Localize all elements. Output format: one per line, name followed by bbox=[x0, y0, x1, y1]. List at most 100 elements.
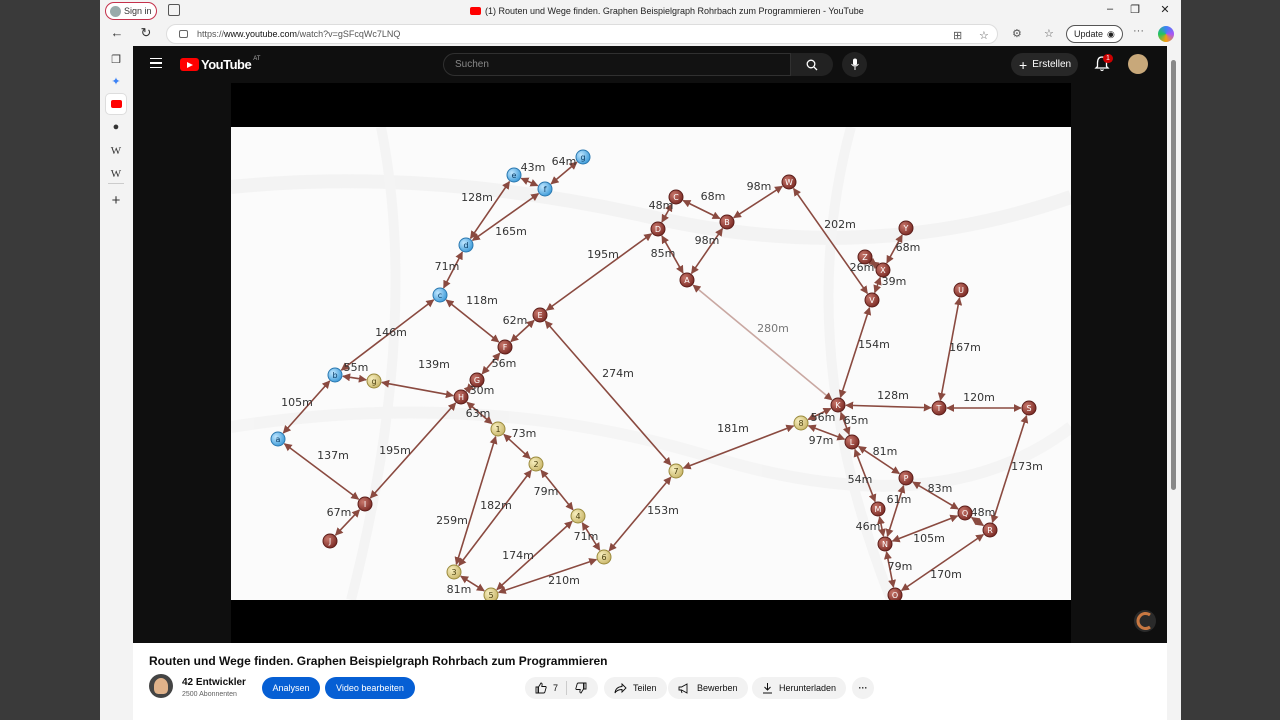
graph-node-c: c bbox=[432, 287, 448, 303]
graph-edge-label: 173m bbox=[1011, 460, 1043, 473]
copilot-icon[interactable]: ✦ bbox=[106, 71, 126, 91]
graph-node-label: 5 bbox=[488, 591, 493, 600]
page-scrollbar[interactable] bbox=[1167, 46, 1181, 720]
share-button[interactable]: Teilen bbox=[604, 677, 667, 699]
sign-in-label: Sign in bbox=[124, 6, 152, 16]
logo-country: AT bbox=[253, 55, 261, 62]
scrollbar-thumb[interactable] bbox=[1171, 60, 1176, 490]
graph-edge-label: 85m bbox=[651, 247, 676, 260]
graph-edge-label: 56m bbox=[492, 357, 517, 370]
outer-background-right bbox=[1181, 0, 1280, 720]
search-button[interactable] bbox=[791, 53, 833, 76]
graph-edge-label: 81m bbox=[873, 445, 898, 458]
graph-edge-b-g2 bbox=[342, 373, 367, 383]
graph-edge-label: 128m bbox=[877, 389, 909, 402]
search-input[interactable]: Suchen bbox=[443, 53, 791, 76]
channel-subscribers: 2500 Abonnenten bbox=[182, 691, 237, 698]
graph-node-A: A bbox=[679, 272, 695, 288]
graph-node-label: a bbox=[276, 435, 281, 444]
download-button[interactable]: Herunterladen bbox=[752, 677, 847, 699]
channel-watermark-icon[interactable] bbox=[1133, 609, 1157, 633]
graph-node-K: K bbox=[830, 397, 846, 413]
graph-edge-label: 98m bbox=[747, 180, 772, 193]
refresh-button[interactable]: ↻ bbox=[137, 25, 155, 41]
graph-node-2: 2 bbox=[528, 456, 544, 472]
youtube-page: YouTube AT Suchen + Erstellen 1 105m 55m… bbox=[133, 46, 1167, 720]
graph-diagram: 105m55m146m71m128m165m43m 64m118m137m67m1… bbox=[231, 127, 1071, 600]
update-button[interactable]: Update ◉ bbox=[1066, 25, 1123, 43]
graph-edge-label: 259m bbox=[436, 514, 468, 527]
copilot-icon[interactable] bbox=[1158, 26, 1174, 42]
graph-node-label: F bbox=[503, 343, 508, 352]
graph-edge-label: 105m bbox=[913, 532, 945, 545]
graph-node-U: U bbox=[953, 282, 969, 298]
url-field[interactable]: https://www.youtube.com/watch?v=gSFcqWc7… bbox=[166, 24, 998, 44]
graph-edge-label: 154m bbox=[858, 338, 890, 351]
extensions-icon[interactable]: ⚙ bbox=[1012, 27, 1022, 40]
graph-node-label: M bbox=[875, 505, 882, 514]
youtube-header: YouTube AT Suchen + Erstellen 1 bbox=[133, 46, 1167, 83]
channel-avatar[interactable] bbox=[149, 674, 173, 698]
graph-node-O: O bbox=[887, 587, 903, 600]
graph-node-label: b bbox=[332, 371, 337, 380]
like-button[interactable]: 7 bbox=[535, 682, 558, 694]
graph-edge-label: 61m bbox=[887, 493, 912, 506]
graph-node-label: B bbox=[724, 218, 730, 227]
voice-search-button[interactable] bbox=[842, 52, 867, 77]
graph-node-label: G bbox=[474, 376, 480, 385]
github-icon[interactable]: ● bbox=[106, 117, 126, 137]
wikipedia-icon[interactable]: W bbox=[106, 164, 126, 184]
create-button[interactable]: + Erstellen bbox=[1011, 53, 1078, 76]
back-button[interactable]: ← bbox=[108, 25, 126, 40]
more-menu-icon[interactable]: ··· bbox=[1133, 25, 1144, 37]
graph-node-label: T bbox=[936, 404, 942, 413]
graph-node-g2: g bbox=[366, 373, 382, 389]
more-actions-button[interactable]: ··· bbox=[852, 677, 874, 699]
share-label: Teilen bbox=[633, 683, 657, 693]
wikipedia-icon[interactable]: W bbox=[106, 141, 126, 161]
graph-edge-label: 65m bbox=[844, 414, 869, 427]
thumbs-down-icon[interactable] bbox=[575, 682, 587, 694]
graph-node-I: I bbox=[357, 496, 373, 512]
graph-edge-label: 97m bbox=[809, 434, 834, 447]
thumbs-up-icon bbox=[535, 682, 547, 694]
graph-node-label: 2 bbox=[533, 460, 538, 469]
channel-name[interactable]: 42 Entwickler bbox=[182, 677, 246, 688]
restore-button[interactable]: ❐ bbox=[1125, 3, 1145, 16]
graph-edge-label: 105m bbox=[281, 396, 313, 409]
analytics-button[interactable]: Analysen bbox=[262, 677, 320, 699]
graph-node-label: W bbox=[785, 178, 793, 187]
graph-node-label: H bbox=[458, 393, 464, 402]
active-tab[interactable]: (1) Routen und Wege finden. Graphen Beis… bbox=[470, 6, 864, 16]
sign-in-button[interactable]: Sign in bbox=[105, 2, 157, 20]
close-window-button[interactable]: ✕ bbox=[1155, 3, 1175, 16]
graph-edge-label: 181m bbox=[717, 422, 749, 435]
graph-node-label: g bbox=[371, 377, 376, 386]
tabs-icon[interactable]: ❐ bbox=[106, 49, 126, 69]
app-available-icon[interactable]: ⊞ bbox=[953, 29, 962, 42]
graph-edge-label: 182m bbox=[480, 499, 512, 512]
add-icon[interactable]: + bbox=[106, 190, 126, 210]
graph-node-Z: Z bbox=[857, 249, 873, 265]
video-player[interactable]: 105m 55m 146m 71m 128m 165m 43m 64m 118m 137m 67m 1… bbox=[133, 83, 1167, 643]
menu-icon[interactable] bbox=[150, 58, 162, 68]
edit-video-button[interactable]: Video bearbeiten bbox=[325, 677, 415, 699]
graph-node-b: b bbox=[327, 367, 343, 383]
graph-edge-label: 146m bbox=[375, 326, 407, 339]
graph-node-label: C bbox=[673, 193, 679, 202]
tab-actions-icon[interactable] bbox=[168, 4, 180, 16]
avatar[interactable] bbox=[1128, 54, 1148, 74]
like-divider bbox=[566, 681, 568, 695]
graph-edge-label: 210m bbox=[548, 574, 580, 587]
promote-button[interactable]: Bewerben bbox=[668, 677, 748, 699]
minimize-button[interactable]: – bbox=[1100, 3, 1120, 15]
youtube-logo[interactable]: YouTube AT bbox=[180, 55, 261, 72]
graph-node-F: F bbox=[497, 339, 513, 355]
graph-node-label: X bbox=[880, 266, 886, 275]
graph-edge-E-7 bbox=[544, 320, 672, 466]
graph-edge-label: 139m bbox=[418, 358, 450, 371]
lock-icon bbox=[179, 30, 188, 38]
favorite-star-icon[interactable]: ☆ bbox=[979, 29, 989, 42]
favorites-icon[interactable]: ☆ bbox=[1044, 27, 1054, 40]
youtube-icon[interactable] bbox=[106, 94, 126, 114]
